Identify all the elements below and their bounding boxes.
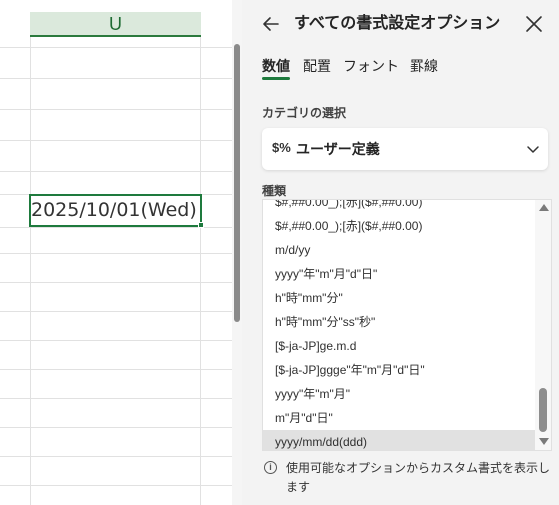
type-list-item-selected[interactable]: yyyy/mm/dd(ddd)	[263, 430, 535, 450]
type-list-scrollbar[interactable]	[535, 200, 551, 450]
grid-line	[0, 78, 232, 79]
grid-line	[0, 311, 232, 312]
tab-border[interactable]: 罫線	[410, 56, 438, 76]
grid-line	[0, 340, 232, 341]
grid-line	[0, 253, 232, 254]
grid-line	[200, 37, 201, 505]
type-list[interactable]: $#,##0.00_);[赤]($#,##0.00) $#,##0.00_);[…	[262, 199, 552, 451]
grid-line	[0, 109, 232, 110]
tab-number[interactable]: 数値	[262, 56, 290, 76]
category-selected-value: ユーザー定義	[296, 141, 380, 157]
type-list-item[interactable]: [$-ja-JP]ge.m.d	[263, 334, 535, 358]
pane-header: すべての書式設定オプション	[242, 0, 559, 48]
grid-line	[0, 427, 232, 428]
type-list-item[interactable]: yyyy"年"m"月"d"日"	[263, 262, 535, 286]
pane-title: すべての書式設定オプション	[294, 15, 501, 32]
grid-lines	[0, 37, 232, 505]
back-arrow-icon[interactable]	[261, 14, 281, 34]
grid-line	[0, 282, 232, 283]
grid-line	[0, 369, 232, 370]
grid-line	[0, 171, 232, 172]
type-list-items: $#,##0.00_);[赤]($#,##0.00) $#,##0.00_);[…	[263, 200, 535, 450]
type-list-scroll-thumb[interactable]	[539, 388, 547, 432]
spreadsheet-grid[interactable]: U 2025/10/01(Wed)	[0, 0, 232, 505]
info-icon: i	[264, 461, 277, 474]
format-options-pane: すべての書式設定オプション 数値 配置 フォント 罫線 カテゴリの選択 $% ユ…	[242, 0, 559, 505]
type-list-item[interactable]: h"時"mm"分"	[263, 286, 535, 310]
grid-line	[30, 37, 31, 505]
type-list-item[interactable]: $#,##0.00_);[赤]($#,##0.00)	[263, 200, 535, 214]
fill-handle[interactable]	[198, 222, 204, 228]
type-list-item[interactable]: $#,##0.00_);[赤]($#,##0.00)	[263, 214, 535, 238]
sheet-scrollbar-thumb[interactable]	[234, 44, 240, 322]
chevron-down-icon	[527, 146, 539, 153]
close-icon[interactable]	[525, 15, 543, 33]
active-cell[interactable]: 2025/10/01(Wed)	[29, 194, 202, 227]
type-list-item[interactable]: m"月"d"日"	[263, 406, 535, 430]
grid-line	[0, 47, 232, 48]
grid-line	[0, 398, 232, 399]
category-dropdown[interactable]: $% ユーザー定義	[262, 128, 548, 170]
category-label: カテゴリの選択	[262, 106, 347, 120]
scroll-up-icon[interactable]	[539, 204, 549, 211]
info-text: 使用可能なオプションからカスタム書式を表示します	[286, 461, 551, 494]
grid-line	[0, 485, 232, 486]
type-list-item[interactable]: h"時"mm"分"ss"秒"	[263, 310, 535, 334]
tab-font[interactable]: フォント	[343, 56, 399, 76]
column-header-u[interactable]: U	[30, 12, 201, 37]
grid-line	[0, 456, 232, 457]
scroll-down-icon[interactable]	[539, 438, 549, 445]
type-list-item[interactable]: yyyy"年"m"月"	[263, 382, 535, 406]
type-list-item[interactable]: m/d/yy	[263, 238, 535, 262]
type-list-item[interactable]: [$-ja-JP]ggge"年"m"月"d"日"	[263, 358, 535, 382]
tab-alignment[interactable]: 配置	[303, 56, 331, 76]
currency-percent-icon: $%	[272, 140, 291, 155]
type-label: 種類	[262, 184, 287, 198]
grid-line	[0, 140, 232, 141]
active-tab-indicator	[262, 77, 290, 80]
